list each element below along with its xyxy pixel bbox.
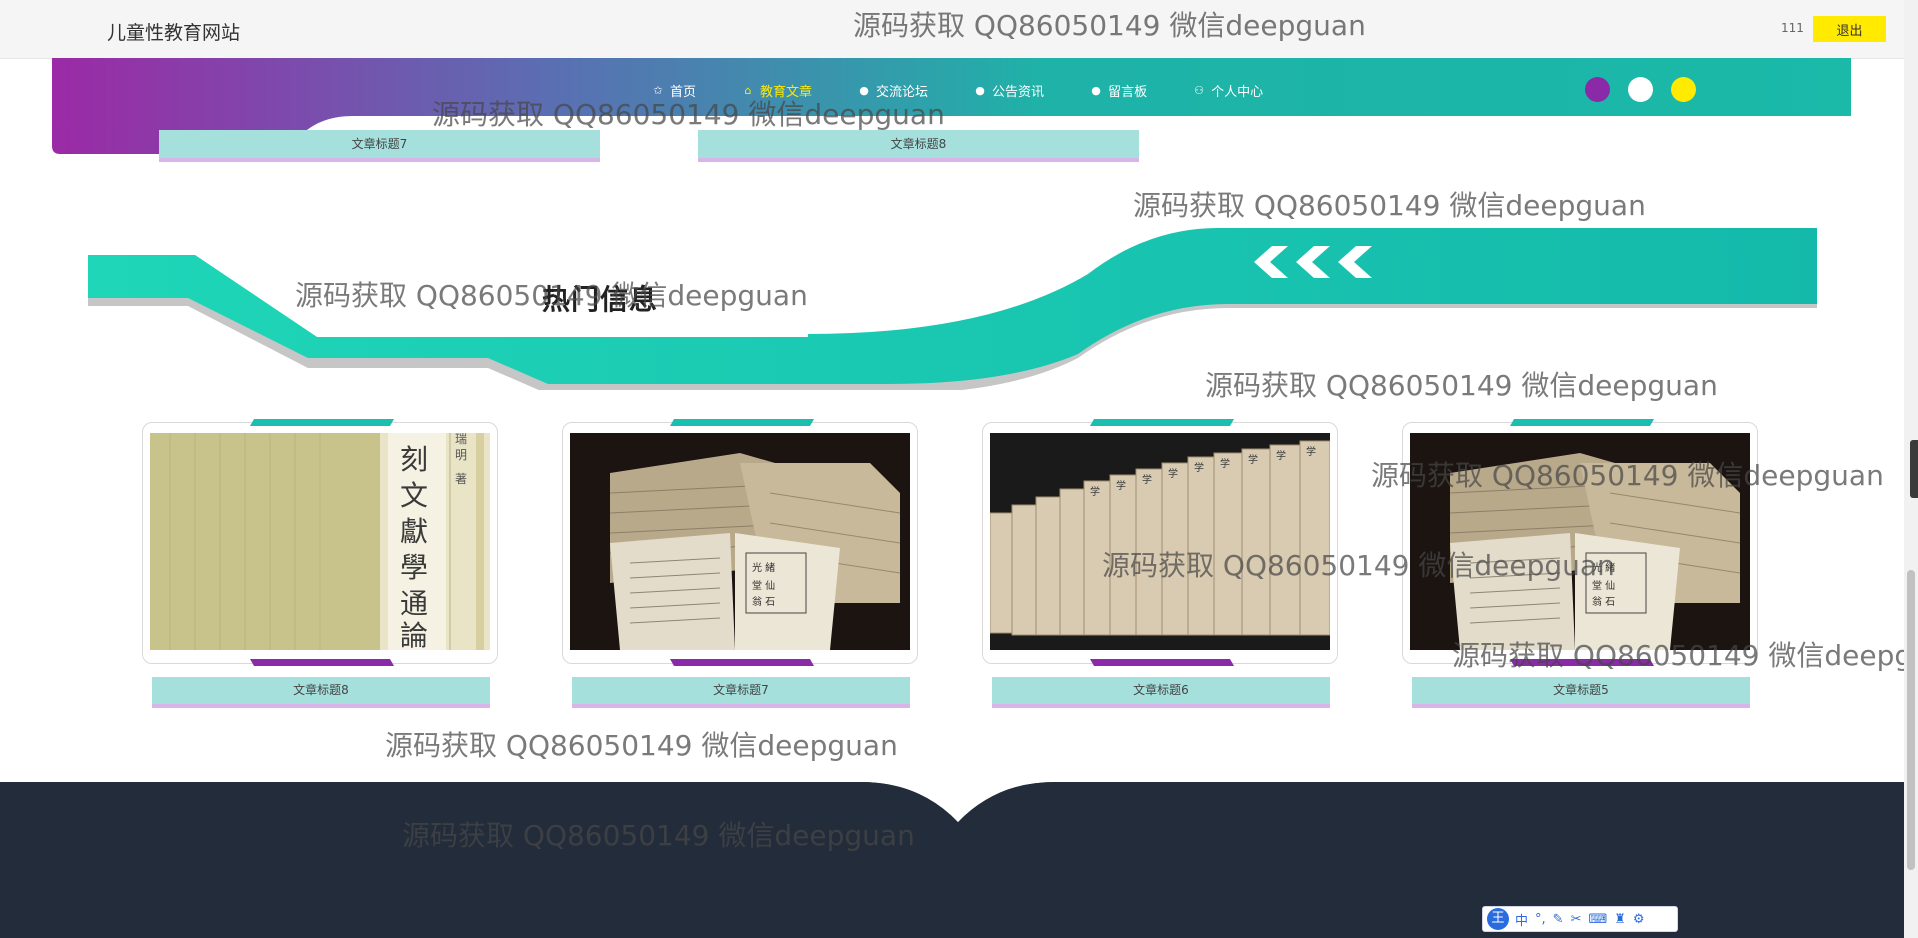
svg-text:学: 学 — [1220, 457, 1230, 470]
ime-toolbar[interactable]: 王 中 °, ✎ ✂ ⌨ ♜ ⚙ — [1482, 906, 1678, 932]
theme-swatch-purple[interactable] — [1585, 77, 1610, 102]
watermark: 源码获取 QQ86050149 微信deepguan — [432, 98, 945, 131]
card-title[interactable]: 文章标题8 — [152, 677, 490, 708]
info-icon: ● — [975, 83, 985, 97]
site-title[interactable]: 儿童性教育网站 — [107, 18, 240, 45]
user-icon: ⚇ — [1194, 83, 1205, 97]
svg-text:学: 学 — [1090, 485, 1100, 498]
svg-text:論: 論 — [400, 619, 428, 650]
nav-item-label: 公告资讯 — [992, 84, 1045, 100]
watermark: 源码获取 QQ86050149 微信deepguan — [385, 729, 898, 762]
pen-icon[interactable]: ✎ — [1553, 912, 1564, 927]
svg-text:学: 学 — [1116, 479, 1126, 492]
watermark: 源码获取 QQ86050149 微信deepguan — [853, 9, 1366, 42]
svg-text:明: 明 — [455, 448, 467, 462]
card-title[interactable]: 文章标题5 — [1412, 677, 1750, 708]
help-icon: ● — [1091, 83, 1101, 97]
svg-text:著: 著 — [455, 472, 467, 486]
card-accent — [1089, 659, 1235, 666]
card-accent — [249, 419, 395, 426]
article-card[interactable]: 光 緒堂 仙翁 石 — [562, 419, 918, 666]
side-tab[interactable] — [1910, 440, 1918, 498]
theme-swatch-white[interactable] — [1628, 77, 1653, 102]
article-card[interactable]: 学学学 学学学 学学学 — [982, 419, 1338, 666]
svg-text:獻: 獻 — [400, 515, 428, 548]
card-image[interactable]: 学学学 学学学 学学学 — [990, 433, 1330, 650]
watermark: 源码获取 QQ86050149 微信deepguan — [1102, 549, 1615, 582]
svg-text:光 緒: 光 緒 — [752, 561, 775, 574]
svg-text:学: 学 — [1168, 467, 1178, 480]
card-accent — [1089, 419, 1235, 426]
card-accent — [669, 419, 815, 426]
svg-text:學: 學 — [400, 551, 428, 584]
card-image[interactable]: 光 緒堂 仙翁 石 — [570, 433, 910, 650]
card-title[interactable]: 文章标题7 — [572, 677, 910, 708]
chevron-left-icon — [1254, 246, 1372, 278]
username: 111 — [1781, 21, 1804, 35]
svg-text:通: 通 — [400, 587, 428, 620]
svg-text:学: 学 — [1306, 445, 1316, 458]
card-accent — [1509, 419, 1655, 426]
svg-text:学: 学 — [1142, 473, 1152, 486]
nav-item-label: 个人中心 — [1211, 84, 1264, 100]
svg-text:学: 学 — [1276, 449, 1286, 462]
ime-lang-toggle[interactable]: 中 — [1515, 910, 1528, 929]
ime-logo-icon[interactable]: 王 — [1487, 908, 1509, 930]
watermark: 源码获取 QQ86050149 微信deepguan — [1371, 459, 1884, 492]
svg-text:瑞: 瑞 — [455, 433, 467, 446]
nav-item-profile[interactable]: ⚇ 个人中心 — [1193, 76, 1263, 104]
gear-icon[interactable]: ⚙ — [1633, 912, 1645, 927]
shirt-icon[interactable]: ♜ — [1614, 912, 1626, 927]
keyboard-icon[interactable]: ⌨ — [1588, 912, 1607, 927]
article-strip[interactable]: 文章标题8 — [698, 130, 1139, 162]
svg-text:翁 石: 翁 石 — [752, 595, 775, 608]
watermark: 源码获取 QQ86050149 微信deepguan — [295, 279, 808, 312]
theme-swatch-yellow[interactable] — [1671, 77, 1696, 102]
article-card[interactable]: 刻文 獻學 通論 瑞明著 — [142, 419, 498, 666]
card-title[interactable]: 文章标题6 — [992, 677, 1330, 708]
svg-text:刻: 刻 — [400, 443, 428, 476]
nav-item-label: 留言板 — [1108, 84, 1148, 100]
punctuation-icon[interactable]: °, — [1535, 912, 1546, 927]
card-accent — [249, 659, 395, 666]
scissors-icon[interactable]: ✂ — [1571, 912, 1582, 927]
svg-text:学: 学 — [1194, 461, 1204, 474]
card-image[interactable]: 刻文 獻學 通論 瑞明著 — [150, 433, 490, 650]
svg-text:文: 文 — [400, 479, 428, 512]
watermark: 源码获取 QQ86050149 微信deepguan — [1133, 189, 1646, 222]
logout-button[interactable]: 退出 — [1813, 16, 1886, 42]
svg-text:翁 石: 翁 石 — [1592, 595, 1615, 608]
scrollbar-thumb[interactable] — [1907, 570, 1915, 870]
card-accent — [669, 659, 815, 666]
watermark: 源码获取 QQ86050149 微信deepguan — [1205, 369, 1718, 402]
nav-item-guestbook[interactable]: ● 留言板 — [1090, 76, 1147, 104]
watermark: 源码获取 QQ86050149 微信deepguan — [402, 819, 915, 852]
article-strip[interactable]: 文章标题7 — [159, 130, 600, 162]
watermark: 源码获取 QQ86050149 微信deepguan — [1452, 639, 1918, 672]
svg-text:堂 仙: 堂 仙 — [752, 579, 775, 592]
nav-item-news[interactable]: ● 公告资讯 — [974, 76, 1044, 104]
svg-text:学: 学 — [1248, 453, 1258, 466]
